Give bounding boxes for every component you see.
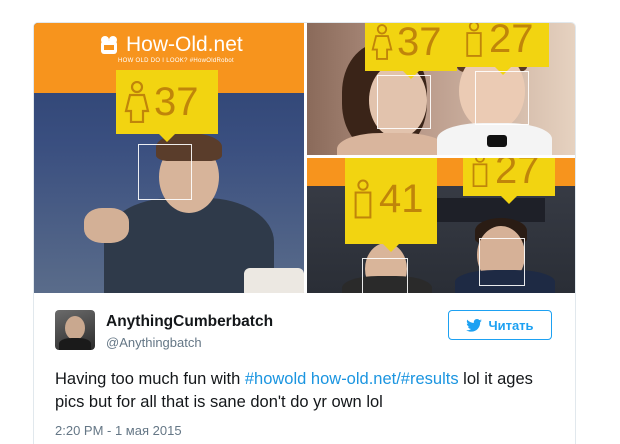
age-value: 27 [489,23,534,61]
tweet-text: Having too much fun with #howold how-old… [55,368,555,414]
age-value: 37 [154,80,199,124]
follow-button[interactable]: Читать [448,310,552,340]
logo-text: How-Old.net [126,33,243,56]
female-icon [371,24,393,60]
url-link[interactable]: how-old.net/#results [311,370,459,388]
display-name[interactable]: AnythingCumberbatch [106,313,273,331]
female-icon [124,81,150,123]
howold-logo: How-Old.net [98,33,243,57]
chair [244,268,304,293]
tweet-text-prefix: Having too much fun with [55,370,245,388]
twitter-bird-icon [466,318,483,332]
face-box [475,71,529,125]
age-badge: 27 [463,158,555,204]
user-handle[interactable]: @Anythingbatch [106,335,202,350]
bowtie [487,135,507,147]
tweet-header: AnythingCumberbatch @Anythingbatch Читат… [34,293,575,363]
male-icon [354,179,372,219]
age-badge: 27 [457,23,549,75]
tweet-card: How-Old.net HOW OLD DO I LOOK? #HowOldRo… [33,22,576,444]
age-badge: 37 [116,70,218,142]
age-value: 37 [397,23,442,64]
photo-top-right[interactable]: 37 27 [307,23,575,155]
face-box [479,238,525,286]
tweet-media[interactable]: How-Old.net HOW OLD DO I LOOK? #HowOldRo… [34,23,575,293]
howold-logo-icon [98,34,120,56]
tweet-timestamp[interactable]: 2:20 PM - 1 мая 2015 [55,423,182,438]
male-icon [472,158,488,187]
face-box [362,258,408,293]
logo-subtitle: HOW OLD DO I LOOK? #HowOldRobot [118,58,234,64]
hashtag-link[interactable]: #howold [245,370,306,388]
photo-bottom-right[interactable]: 41 27 [307,158,575,293]
age-badge: 37 [365,23,457,79]
age-value: 27 [495,158,540,192]
person-shoulders [337,133,447,155]
person-hand [84,208,129,243]
follow-button-label: Читать [488,317,534,333]
age-value: 41 [379,177,424,221]
photo-left[interactable]: How-Old.net HOW OLD DO I LOOK? #HowOldRo… [34,23,304,293]
face-box [138,144,192,200]
age-badge: 41 [345,158,437,252]
avatar[interactable] [55,310,95,350]
face-box [377,75,431,129]
male-icon [466,23,482,57]
